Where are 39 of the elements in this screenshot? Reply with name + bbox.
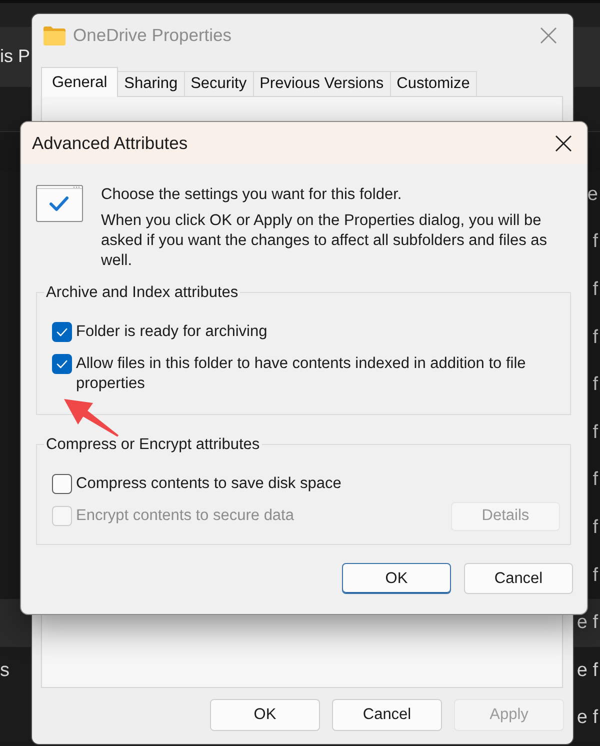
- row-text: e f: [576, 707, 599, 730]
- close-icon: [540, 27, 557, 44]
- group-title: Archive and Index attributes: [45, 283, 240, 302]
- row-text: f: [592, 422, 599, 444]
- row-text: f: [592, 516, 599, 539]
- checkbox-label: Allow files in this folder to have contents indexed in addition to file properties: [76, 354, 527, 393]
- window-checkmark-icon: [36, 185, 83, 222]
- checkbox-label: Compress contents to save disk space: [76, 474, 342, 494]
- dialog-title: Advanced Attributes: [32, 132, 188, 154]
- close-button[interactable]: [555, 134, 572, 152]
- dialog-button[interactable]: Cancel: [332, 699, 442, 731]
- dialog-button[interactable]: OK: [342, 563, 451, 594]
- row-text: f: [592, 374, 599, 396]
- tab[interactable]: Customize: [390, 71, 477, 96]
- row-text: f: [592, 564, 599, 587]
- row-text: e: [587, 184, 599, 206]
- note-text: When you click OK or Apply on the Properties dialog, you will be asked if you want the changes to affect all subfolders and files as well.: [101, 211, 548, 271]
- tab[interactable]: General: [41, 67, 118, 97]
- row-text: f: [592, 326, 599, 349]
- row-text: s: [0, 660, 10, 682]
- dialog-button[interactable]: Cancel: [464, 563, 573, 594]
- checkbox[interactable]: [52, 354, 72, 374]
- folder-icon: [43, 26, 66, 46]
- checkbox-label: Folder is ready for archiving: [76, 322, 268, 342]
- checkbox-label: Encrypt contents to secure data: [76, 506, 294, 526]
- intro-text: Choose the settings you want for this folder.: [101, 185, 403, 205]
- row-text: f: [592, 469, 599, 492]
- checkbox[interactable]: [52, 474, 72, 494]
- row-text: f: [592, 278, 599, 301]
- window-title: OneDrive Properties: [73, 25, 232, 46]
- row-text: e f: [576, 660, 599, 682]
- header-title: is P: [0, 45, 30, 67]
- dialog-button[interactable]: OK: [210, 699, 320, 731]
- row-text: f: [592, 231, 599, 254]
- checkbox[interactable]: [52, 322, 72, 342]
- close-icon: [555, 134, 572, 152]
- annotation-arrow: [64, 399, 119, 437]
- group-title: Compress or Encrypt attributes: [45, 435, 261, 454]
- row-text: e f: [576, 612, 599, 634]
